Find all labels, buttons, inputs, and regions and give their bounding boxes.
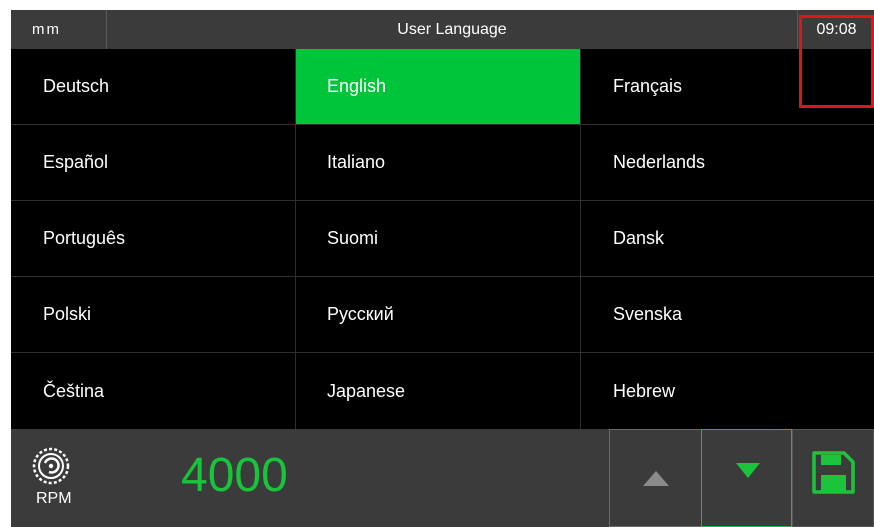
save-button[interactable]: [792, 429, 874, 527]
header-bar: mm User Language 09:08: [11, 10, 874, 49]
language-option-espanol[interactable]: Español: [11, 125, 295, 201]
save-highlight-frame: [799, 15, 874, 108]
language-option-dansk[interactable]: Dansk: [581, 201, 874, 277]
circular-saw-blade-icon: [32, 447, 70, 485]
language-option-nederlands[interactable]: Nederlands: [581, 125, 874, 201]
language-option-japanese[interactable]: Japanese: [295, 353, 581, 429]
language-option-portugues[interactable]: Português: [11, 201, 295, 277]
rpm-value: 4000: [181, 449, 288, 502]
language-option-italiano[interactable]: Italiano: [295, 125, 581, 201]
floppy-disk-save-icon: [812, 451, 855, 494]
triangle-down-icon: [736, 463, 760, 478]
language-option-english[interactable]: English: [295, 49, 581, 125]
unit-indicator[interactable]: mm: [11, 10, 107, 49]
scroll-down-button[interactable]: [701, 429, 792, 527]
language-option-cestina[interactable]: Čeština: [11, 353, 295, 429]
language-option-russian[interactable]: Русский: [295, 277, 581, 353]
language-screen: mm User Language 09:08 Deutsch English F…: [11, 10, 874, 527]
language-option-deutsch[interactable]: Deutsch: [11, 49, 295, 125]
language-option-polski[interactable]: Polski: [11, 277, 295, 353]
status-bar: RPM 4000: [11, 429, 874, 527]
rpm-label: RPM: [36, 490, 72, 507]
language-option-hebrew[interactable]: Hebrew: [581, 353, 874, 429]
triangle-up-icon: [643, 471, 669, 486]
scroll-up-button[interactable]: [609, 429, 702, 527]
language-option-svenska[interactable]: Svenska: [581, 277, 874, 353]
page-title: User Language: [397, 20, 507, 38]
language-option-suomi[interactable]: Suomi: [295, 201, 581, 277]
language-grid: Deutsch English Français Español Italian…: [11, 49, 874, 429]
